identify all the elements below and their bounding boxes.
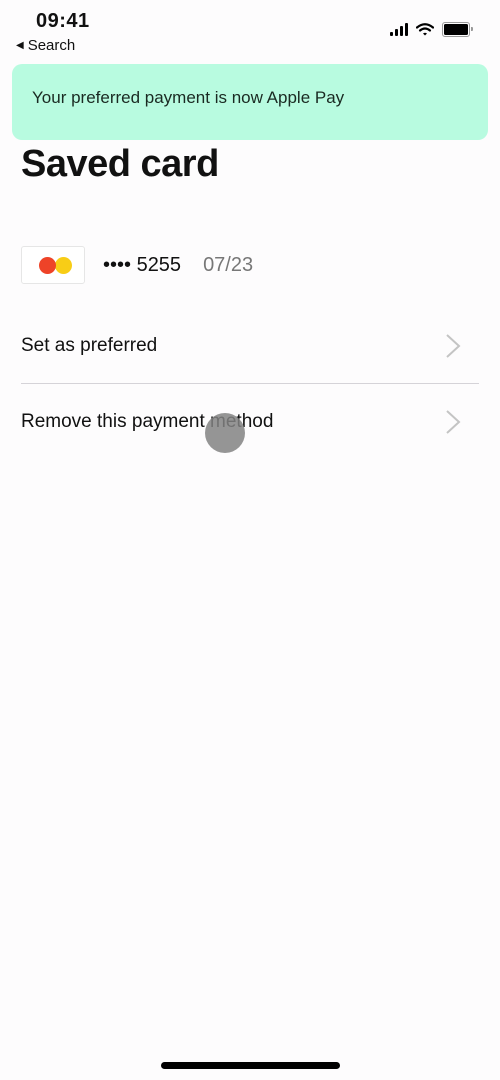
mastercard-icon bbox=[21, 246, 85, 284]
back-to-search-button[interactable]: ◀ Search bbox=[16, 37, 75, 54]
card-expiry: 07/23 bbox=[203, 253, 254, 276]
set-as-preferred-row[interactable]: Set as preferred bbox=[21, 311, 479, 381]
saved-card-summary: •••• 5255 07/23 bbox=[21, 246, 253, 284]
touch-indicator bbox=[205, 413, 245, 453]
set-as-preferred-label: Set as preferred bbox=[21, 335, 158, 356]
page-title: Saved card bbox=[21, 143, 219, 185]
divider bbox=[21, 383, 479, 384]
cellular-signal-icon bbox=[390, 23, 408, 36]
status-icons bbox=[390, 22, 473, 37]
remove-payment-method-row[interactable]: Remove this payment method bbox=[21, 387, 479, 457]
home-indicator[interactable] bbox=[161, 1062, 340, 1069]
battery-icon bbox=[442, 22, 473, 37]
back-label: Search bbox=[27, 37, 76, 54]
status-bar: 09:41 ◀ Search bbox=[0, 0, 500, 60]
wifi-icon bbox=[416, 23, 434, 36]
card-masked-number: •••• 5255 bbox=[103, 253, 182, 276]
status-time: 09:41 bbox=[36, 10, 90, 32]
chevron-right-icon bbox=[446, 334, 461, 358]
notification-banner: Your preferred payment is now Apple Pay bbox=[12, 64, 488, 140]
chevron-right-icon bbox=[446, 410, 461, 434]
banner-message: Your preferred payment is now Apple Pay bbox=[32, 88, 345, 107]
back-arrow-icon: ◀ bbox=[16, 40, 24, 51]
